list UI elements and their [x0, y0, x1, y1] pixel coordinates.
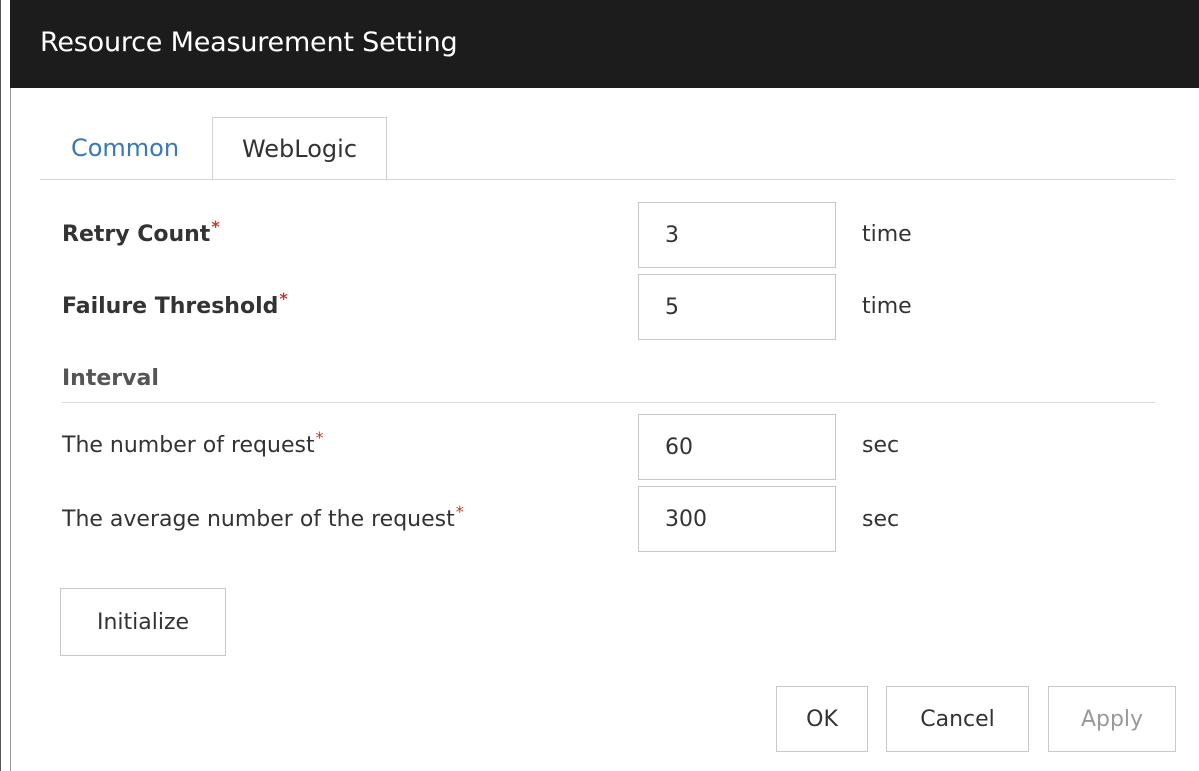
average-number-of-request-label: The average number of the request* — [62, 502, 464, 532]
required-marker: * — [211, 217, 220, 236]
interval-divider — [62, 402, 1155, 403]
failure-threshold-input[interactable] — [638, 274, 836, 340]
dialog-border — [10, 88, 11, 771]
retry-count-input[interactable] — [638, 202, 836, 268]
window-title: Resource Measurement Setting — [40, 27, 458, 58]
retry-count-label: Retry Count* — [62, 217, 220, 247]
window-left-edge — [0, 0, 1, 771]
tab-common[interactable]: Common — [40, 117, 210, 179]
interval-section-title: Interval — [62, 366, 159, 391]
number-of-request-input[interactable] — [638, 414, 836, 480]
title-bar: Resource Measurement Setting — [10, 0, 1199, 88]
failure-threshold-unit: time — [862, 294, 912, 319]
retry-count-unit: time — [862, 222, 912, 247]
apply-button[interactable]: Apply — [1048, 686, 1176, 752]
average-number-of-request-input[interactable] — [638, 486, 836, 552]
tab-weblogic[interactable]: WebLogic — [212, 117, 387, 180]
initialize-button[interactable]: Initialize — [60, 588, 226, 656]
required-marker: * — [315, 428, 324, 447]
required-marker: * — [279, 289, 288, 308]
required-marker: * — [455, 502, 464, 521]
ok-button[interactable]: OK — [776, 686, 868, 752]
tab-bar: Common WebLogic — [40, 117, 1175, 180]
cancel-button[interactable]: Cancel — [886, 686, 1029, 752]
number-of-request-unit: sec — [862, 433, 900, 458]
average-number-of-request-unit: sec — [862, 507, 900, 532]
number-of-request-label: The number of request* — [62, 428, 324, 458]
tab-baseline — [40, 179, 1175, 180]
failure-threshold-label: Failure Threshold* — [62, 289, 288, 319]
